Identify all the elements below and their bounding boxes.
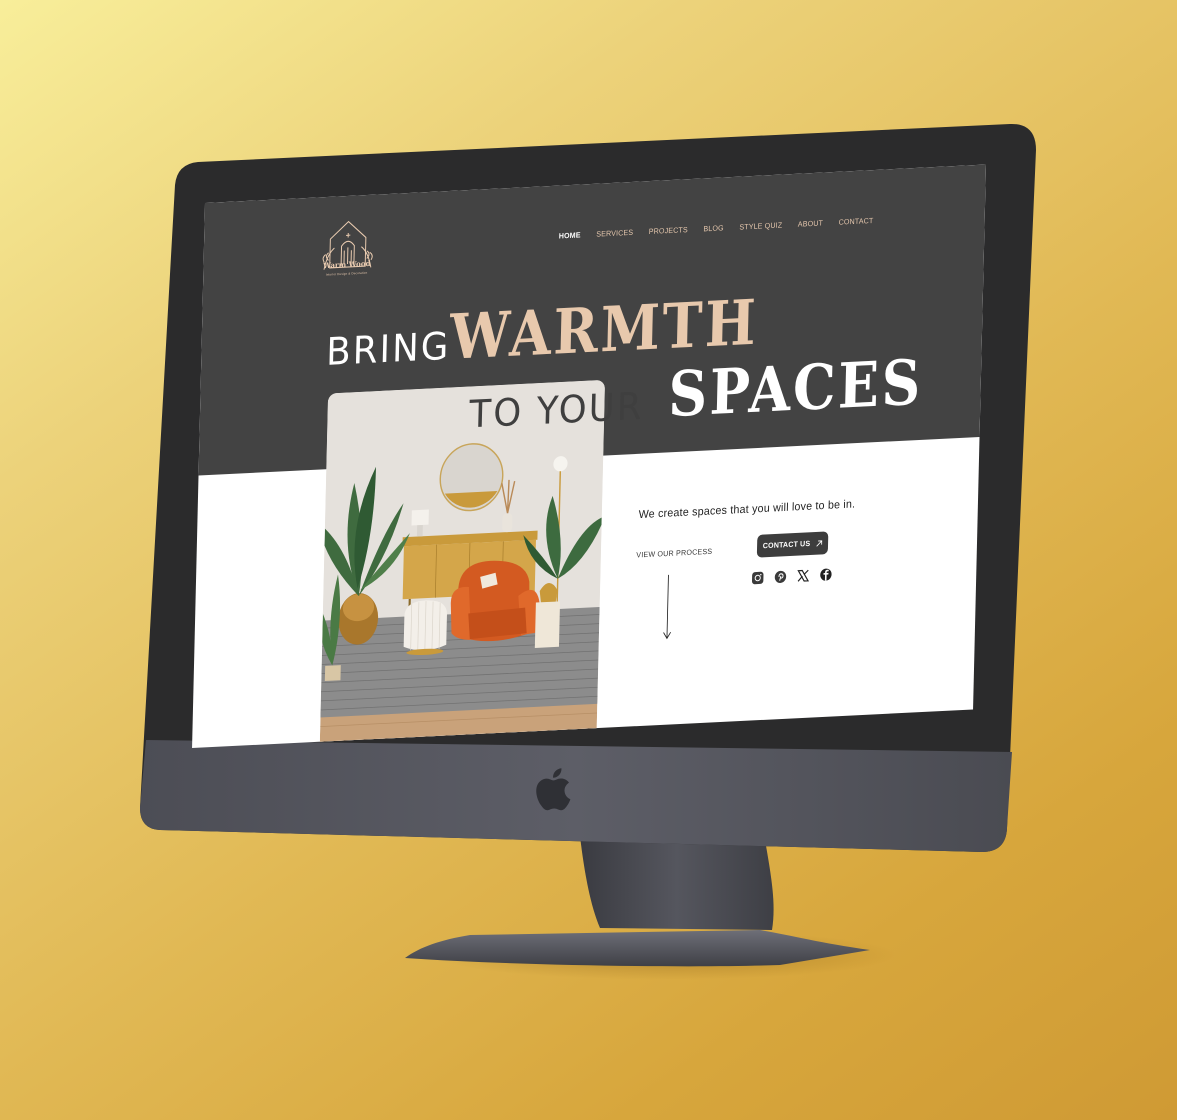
monitor-chin bbox=[140, 740, 1012, 852]
nav-contact[interactable]: CONTACT bbox=[839, 217, 874, 227]
pinterest-icon[interactable] bbox=[774, 570, 787, 584]
headline-spaces: SPACES bbox=[667, 346, 924, 432]
arrow-up-right-icon bbox=[816, 539, 823, 547]
scroll-down-arrow-icon[interactable] bbox=[660, 573, 676, 642]
hero-tagline: We create spaces that you will love to b… bbox=[638, 497, 856, 522]
facebook-icon[interactable] bbox=[819, 568, 832, 582]
website-screen: Warm Wood Interior Design & Decoration H… bbox=[192, 164, 987, 749]
hero-living-room-photo bbox=[319, 379, 606, 744]
contact-us-label: CONTACT US bbox=[762, 539, 811, 551]
stand-neck bbox=[580, 836, 774, 930]
nav-home[interactable]: HOME bbox=[559, 231, 581, 240]
headline-to-your: TO YOUR bbox=[468, 383, 645, 437]
apple-icon bbox=[536, 768, 571, 811]
headline-bring: BRING bbox=[325, 323, 451, 374]
nav-about[interactable]: ABOUT bbox=[798, 219, 823, 229]
instagram-icon[interactable] bbox=[751, 571, 764, 585]
stand-foot bbox=[405, 930, 870, 967]
x-icon[interactable] bbox=[797, 569, 810, 583]
social-links bbox=[751, 568, 832, 586]
view-process-link[interactable]: VIEW OUR PROCESS bbox=[636, 548, 712, 560]
contact-us-button[interactable]: CONTACT US bbox=[756, 531, 829, 558]
nav-blog[interactable]: BLOG bbox=[703, 224, 723, 233]
